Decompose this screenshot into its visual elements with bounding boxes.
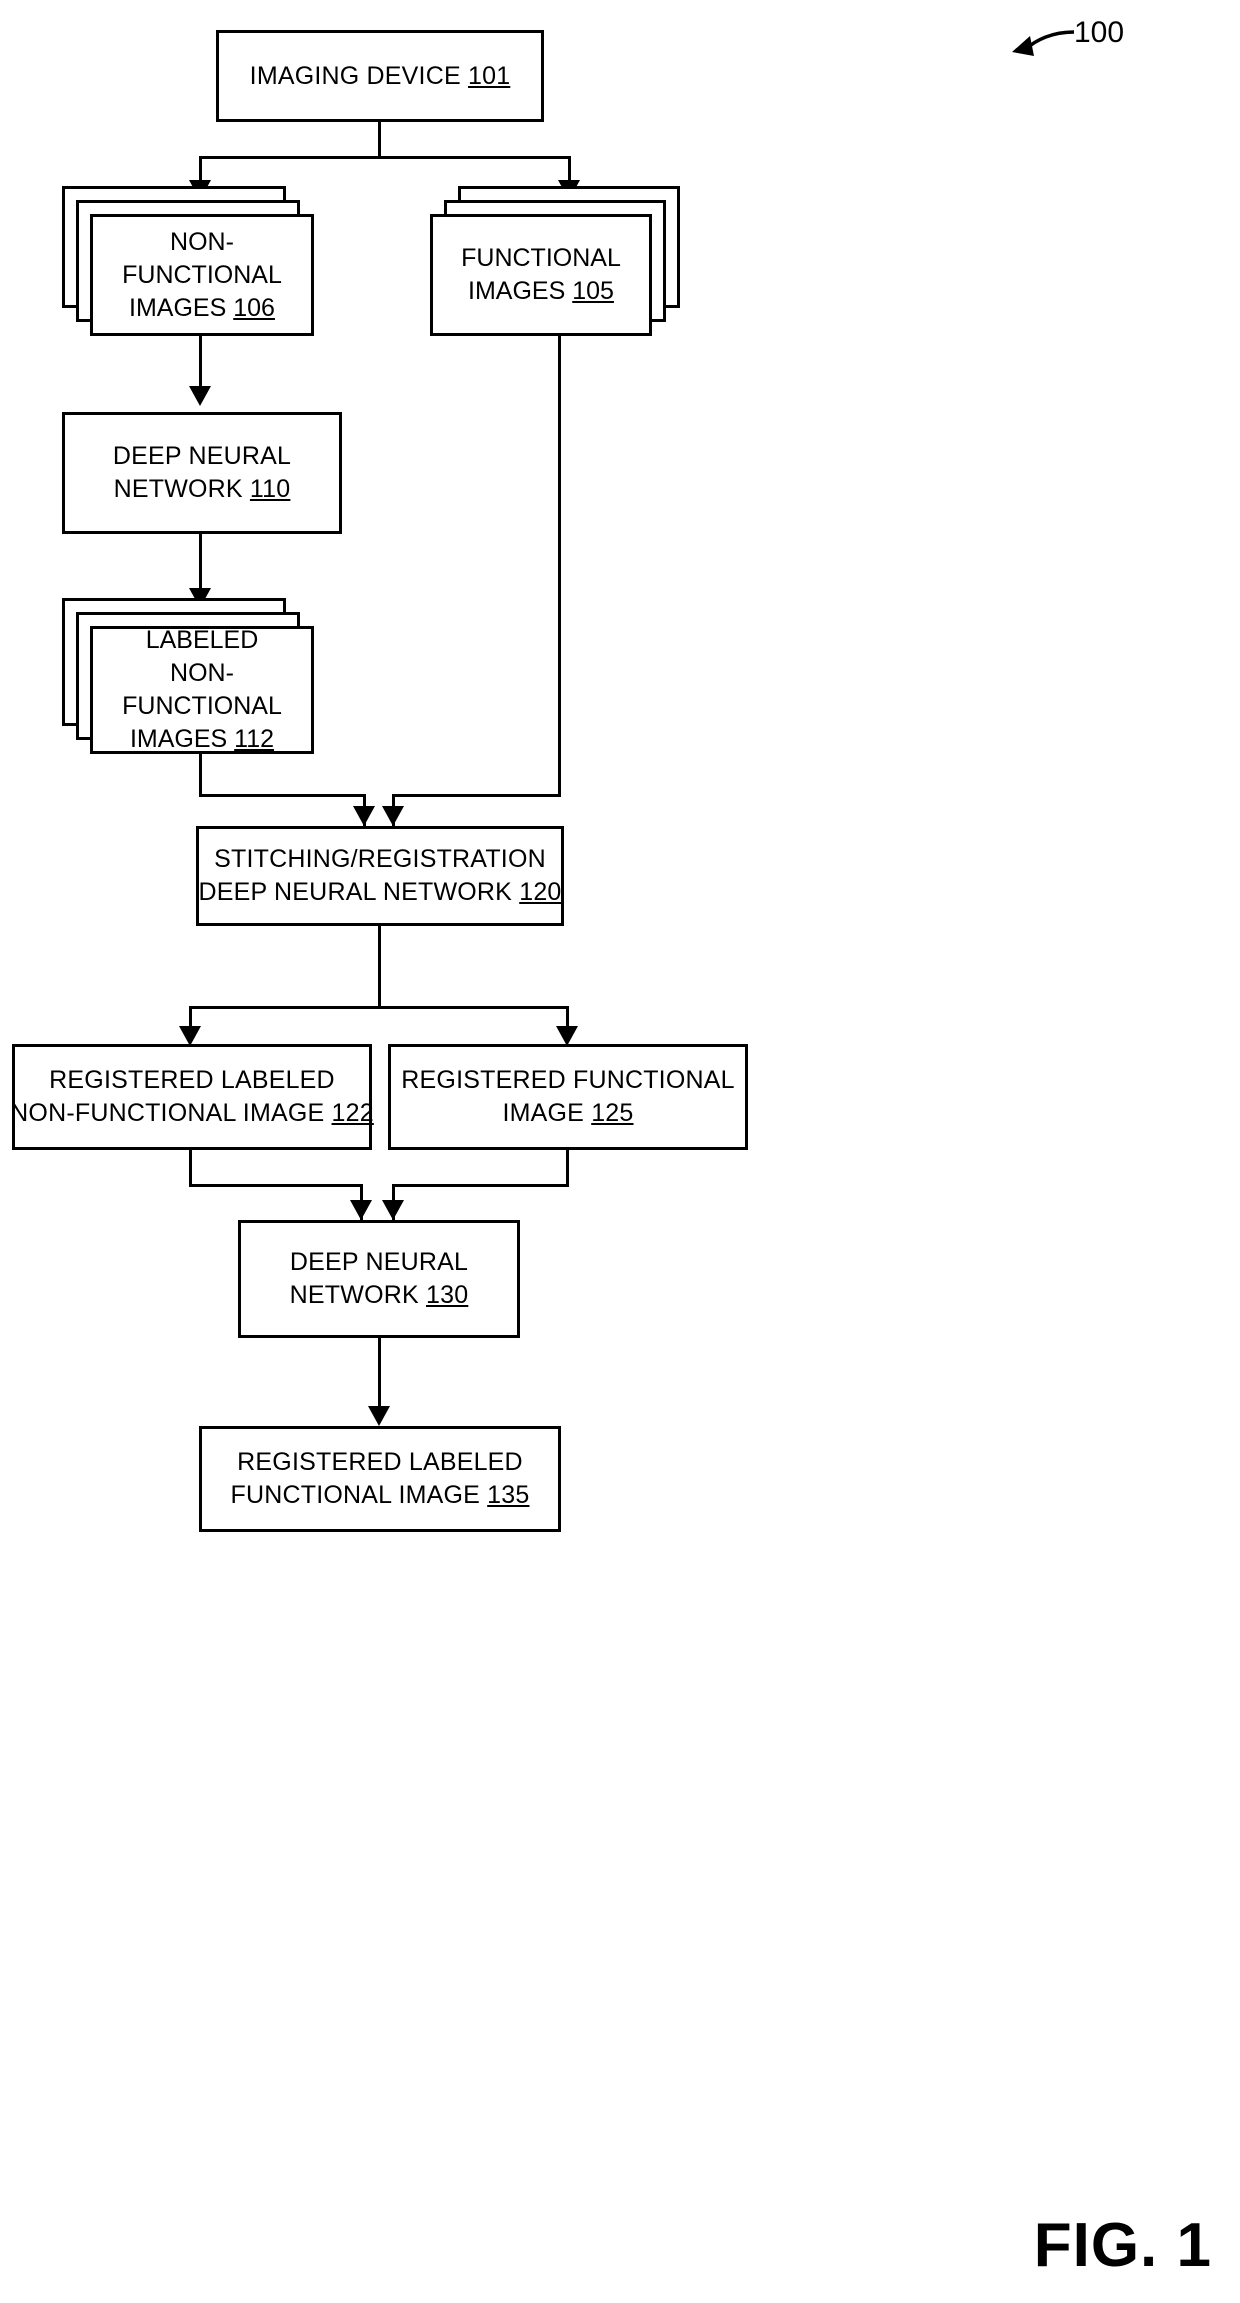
node-functional-images-line2: IMAGES 105	[468, 277, 614, 305]
ref-105: 105	[572, 277, 614, 305]
ref-112: 112	[234, 725, 275, 753]
connector-122-down	[189, 1150, 192, 1186]
ref-135: 135	[487, 1481, 530, 1509]
connector-101-down	[378, 122, 381, 158]
node-122-line2: NON-FUNCTIONAL IMAGE 122	[10, 1099, 374, 1127]
node-functional-images-line1: FUNCTIONAL	[461, 244, 621, 272]
connector-120-split-bar	[189, 1006, 569, 1009]
ref-110: 110	[249, 475, 291, 503]
ref-106: 106	[233, 293, 275, 322]
connector-120-down	[378, 926, 381, 1008]
node-125-line2: IMAGE 125	[502, 1099, 634, 1127]
node-125-line1: REGISTERED FUNCTIONAL	[401, 1066, 735, 1094]
figure-callout-100: 100	[1012, 16, 1172, 66]
arrowhead-105-to-120	[382, 806, 404, 826]
figure-label: FIG. 1	[1033, 2211, 1212, 2280]
connector-106-to-110	[199, 336, 202, 392]
node-dnn-110-line1: DEEP NEURAL	[112, 442, 292, 470]
ref-101: 101	[468, 61, 511, 90]
ref-130: 130	[426, 1281, 469, 1309]
node-120-line1: STITCHING/REGISTRATION	[214, 845, 546, 873]
arrowhead-to-110	[189, 386, 211, 406]
node-stitching-registration-dnn: STITCHING/REGISTRATION DEEP NEURAL NETWO…	[196, 826, 564, 926]
arrowhead-112-to-120	[353, 806, 375, 826]
node-labeled-non-functional-images: LABELED NON-FUNCTIONAL IMAGES 112	[62, 598, 314, 754]
stack-sheet-front: FUNCTIONAL IMAGES 105	[430, 214, 652, 336]
ref-120: 120	[519, 878, 562, 906]
node-non-functional-images-line2: IMAGES 106	[129, 293, 275, 322]
arrowhead-to-125	[556, 1026, 578, 1046]
node-imaging-device: IMAGING DEVICE 101	[216, 30, 544, 122]
arrowhead-to-135	[368, 1406, 390, 1426]
node-deep-neural-network-110: DEEP NEURAL NETWORK 110	[62, 412, 342, 534]
node-registered-functional-image: REGISTERED FUNCTIONAL IMAGE 125	[388, 1044, 748, 1150]
connector-125-bend	[392, 1184, 569, 1187]
node-non-functional-images-line1: NON-FUNCTIONAL	[122, 227, 282, 289]
node-135-line2: FUNCTIONAL IMAGE 135	[230, 1481, 530, 1509]
node-registered-labeled-non-functional-image: REGISTERED LABELED NON-FUNCTIONAL IMAGE …	[10, 1044, 374, 1150]
stack-sheet-front: LABELED NON-FUNCTIONAL IMAGES 112	[90, 626, 314, 754]
node-labeled-nf-line1: LABELED	[145, 626, 259, 654]
connector-112-down	[199, 754, 202, 796]
ref-122: 122	[331, 1099, 374, 1127]
node-deep-neural-network-130: DEEP NEURAL NETWORK 130	[238, 1220, 520, 1338]
arrowhead-125-to-130	[382, 1200, 404, 1220]
node-122-line1: REGISTERED LABELED	[49, 1066, 335, 1094]
connector-125-down	[566, 1150, 569, 1186]
connector-122-bend	[189, 1184, 363, 1187]
arrowhead-122-to-130	[350, 1200, 372, 1220]
node-registered-labeled-functional-image: REGISTERED LABELED FUNCTIONAL IMAGE 135	[199, 1426, 561, 1532]
node-functional-images: FUNCTIONAL IMAGES 105	[430, 186, 680, 336]
ref-125: 125	[591, 1099, 634, 1127]
node-non-functional-images: NON-FUNCTIONAL IMAGES 106	[62, 186, 314, 336]
connector-112-bend	[199, 794, 366, 797]
connector-105-down-rail	[558, 336, 561, 796]
node-labeled-nf-line2: NON-FUNCTIONAL	[122, 659, 282, 720]
patent-figure-1: 100 IMAGING DEVICE 101 NON-FUNCTIONAL IM…	[0, 0, 1240, 2303]
stack-sheet-front: NON-FUNCTIONAL IMAGES 106	[90, 214, 314, 336]
node-imaging-device-text: IMAGING DEVICE 101	[249, 61, 511, 90]
connector-101-split-bar	[199, 156, 571, 159]
arrowhead-to-122	[179, 1026, 201, 1046]
node-dnn-110-line2: NETWORK 110	[113, 475, 291, 503]
figure-callout-number: 100	[1074, 16, 1125, 49]
node-labeled-nf-line3: IMAGES 112	[129, 725, 275, 753]
node-130-line1: DEEP NEURAL	[289, 1248, 469, 1276]
node-135-line1: REGISTERED LABELED	[237, 1448, 523, 1476]
connector-105-rail-bend	[392, 794, 561, 797]
node-120-line2: DEEP NEURAL NETWORK 120	[198, 878, 562, 906]
node-130-line2: NETWORK 130	[289, 1281, 469, 1309]
